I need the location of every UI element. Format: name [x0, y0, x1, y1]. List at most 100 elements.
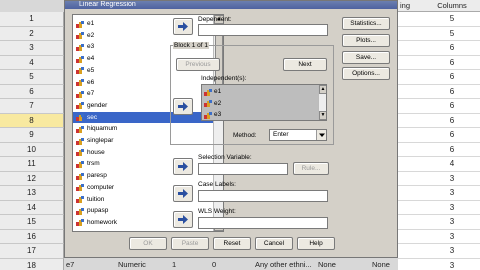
- row-number[interactable]: 2: [0, 26, 64, 41]
- columns-cell[interactable]: 3: [424, 171, 480, 186]
- columns-cell[interactable]: 6: [424, 128, 480, 143]
- move-to-independents-button[interactable]: [173, 98, 193, 115]
- selection-variable-field[interactable]: [198, 163, 288, 175]
- method-select[interactable]: Enter: [269, 129, 327, 141]
- columns-cell[interactable]: 3: [424, 229, 480, 244]
- case-labels-field[interactable]: [198, 190, 328, 202]
- plots-button[interactable]: Plots...: [342, 34, 390, 47]
- row-18-cell[interactable]: None: [318, 258, 336, 270]
- grid-cell[interactable]: [398, 128, 424, 143]
- grid-cell[interactable]: [398, 12, 424, 27]
- grid-cell[interactable]: [398, 157, 424, 172]
- next-button[interactable]: Next: [283, 58, 327, 71]
- variable-name: gender: [87, 101, 108, 109]
- row-number[interactable]: 9: [0, 128, 64, 143]
- rule-button[interactable]: Rule...: [293, 162, 329, 175]
- grid-cell[interactable]: [398, 258, 424, 270]
- grid-cell[interactable]: [398, 41, 424, 56]
- grid-cell[interactable]: [398, 244, 424, 259]
- columns-cell[interactable]: 6: [424, 41, 480, 56]
- help-button[interactable]: Help: [297, 237, 335, 250]
- ordinal-variable-icon: [76, 125, 84, 133]
- row-number[interactable]: 10: [0, 142, 64, 157]
- columns-cell[interactable]: 6: [424, 84, 480, 99]
- grid-cell[interactable]: [398, 186, 424, 201]
- columns-cell[interactable]: 6: [424, 99, 480, 114]
- independent-item[interactable]: e3: [202, 109, 317, 120]
- columns-cell[interactable]: 3: [424, 200, 480, 215]
- grid-cell[interactable]: [398, 99, 424, 114]
- row-18-cell[interactable]: e7: [66, 258, 74, 270]
- move-to-dependent-button[interactable]: [173, 18, 193, 35]
- row-18-cell[interactable]: 1: [172, 258, 176, 270]
- grid-cell[interactable]: [398, 70, 424, 85]
- scroll-down-icon[interactable]: ▼: [319, 111, 326, 120]
- columns-cell[interactable]: 6: [424, 70, 480, 85]
- dependent-field[interactable]: [198, 24, 328, 36]
- row-number[interactable]: 16: [0, 229, 64, 244]
- cancel-button[interactable]: Cancel: [255, 237, 293, 250]
- grid-cell[interactable]: [398, 84, 424, 99]
- row-number[interactable]: 3: [0, 41, 64, 56]
- grid-cell[interactable]: [398, 200, 424, 215]
- columns-cell[interactable]: 3: [424, 215, 480, 230]
- grid-cell[interactable]: [398, 55, 424, 70]
- columns-cell[interactable]: 3: [424, 186, 480, 201]
- row-18-cell[interactable]: 0: [212, 258, 216, 270]
- previous-button[interactable]: Previous: [176, 58, 220, 71]
- variable-name: house: [87, 148, 105, 156]
- row-number[interactable]: 11: [0, 157, 64, 172]
- columns-cell[interactable]: 5: [424, 26, 480, 41]
- wls-weight-field[interactable]: [198, 217, 328, 229]
- row-number[interactable]: 18: [0, 258, 64, 270]
- paste-button[interactable]: Paste: [171, 237, 209, 250]
- columns-cell[interactable]: 3: [424, 258, 480, 270]
- save-button[interactable]: Save...: [342, 51, 390, 64]
- scroll-up-icon[interactable]: ▲: [319, 85, 326, 94]
- columns-cell[interactable]: 6: [424, 142, 480, 157]
- variable-name: e4: [87, 55, 95, 63]
- row-number[interactable]: 6: [0, 84, 64, 99]
- row-number[interactable]: 5: [0, 70, 64, 85]
- options-button[interactable]: Options...: [342, 67, 390, 80]
- grid-cell[interactable]: [398, 142, 424, 157]
- row-number[interactable]: 12: [0, 171, 64, 186]
- row-number[interactable]: 7: [0, 99, 64, 114]
- move-to-wls-weight-button[interactable]: [173, 211, 193, 228]
- columns-cell[interactable]: 6: [424, 113, 480, 128]
- independent-item[interactable]: e2: [202, 98, 317, 110]
- method-value: Enter: [273, 131, 289, 138]
- independent-item[interactable]: e1: [202, 86, 317, 98]
- row-number[interactable]: 8: [0, 113, 64, 128]
- row-number[interactable]: 1: [0, 12, 64, 27]
- row-18-cell[interactable]: Any other ethni...: [255, 258, 312, 270]
- grid-cell[interactable]: [398, 215, 424, 230]
- ordinal-variable-icon: [76, 20, 84, 28]
- ordinal-variable-icon: [76, 43, 84, 51]
- grid-cell[interactable]: [398, 171, 424, 186]
- independents-list[interactable]: e1 e2 e3 ▲ ▼: [201, 84, 327, 121]
- row-number[interactable]: 17: [0, 244, 64, 259]
- statistics-button[interactable]: Statistics...: [342, 17, 390, 30]
- ok-button[interactable]: OK: [129, 237, 167, 250]
- row-number[interactable]: 14: [0, 200, 64, 215]
- reset-button[interactable]: Reset: [213, 237, 251, 250]
- ordinal-variable-icon: [76, 90, 84, 98]
- grid-cell[interactable]: [398, 26, 424, 41]
- row-number[interactable]: 15: [0, 215, 64, 230]
- row-number[interactable]: 4: [0, 55, 64, 70]
- grid-cell[interactable]: [398, 229, 424, 244]
- columns-cell[interactable]: 5: [424, 12, 480, 27]
- columns-cell[interactable]: 4: [424, 157, 480, 172]
- independents-label: Independent(s):: [201, 75, 247, 82]
- variable-item[interactable]: house: [73, 147, 213, 159]
- columns-cell[interactable]: 6: [424, 55, 480, 70]
- move-to-selection-variable-button[interactable]: [173, 158, 193, 175]
- grid-cell[interactable]: [398, 113, 424, 128]
- row-number[interactable]: 13: [0, 186, 64, 201]
- row-18-cell[interactable]: None: [372, 258, 390, 270]
- columns-cell[interactable]: 3: [424, 244, 480, 259]
- row-18-cell[interactable]: Numeric: [118, 258, 146, 270]
- independents-scrollbar[interactable]: ▲ ▼: [318, 85, 326, 120]
- move-to-case-labels-button[interactable]: [173, 185, 193, 202]
